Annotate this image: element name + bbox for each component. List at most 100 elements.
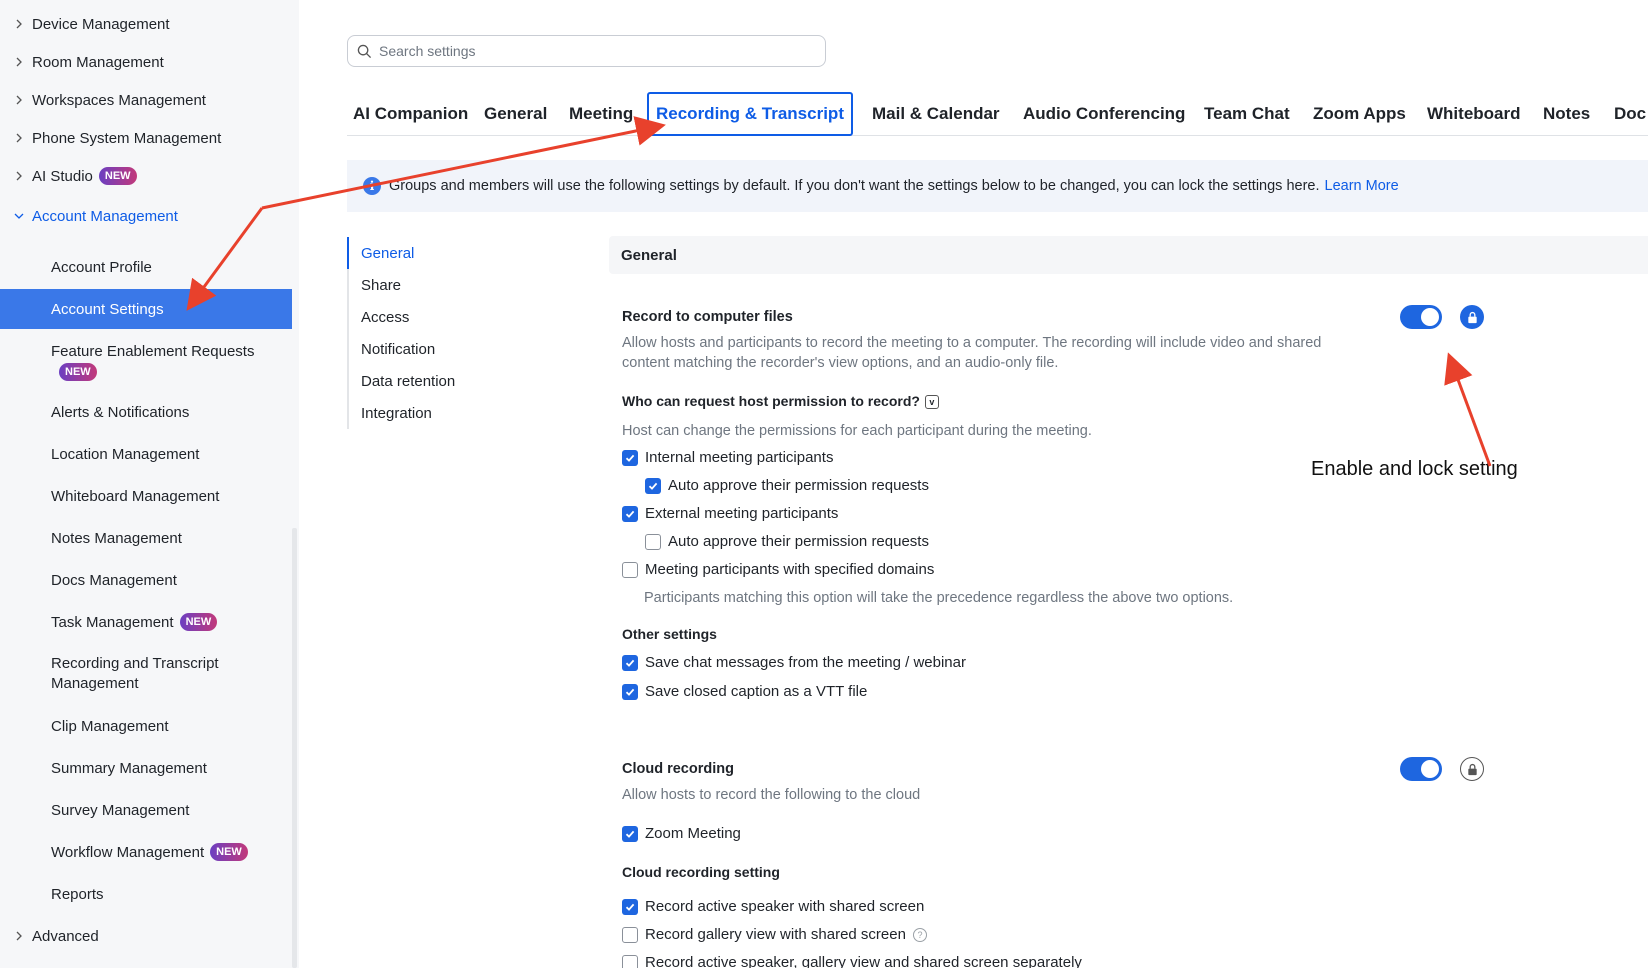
checkbox-unchecked-icon [622,926,638,943]
checkbox-external-auto-approve[interactable]: Auto approve their permission requests [645,533,929,550]
tab-whiteboard[interactable]: Whiteboard [1427,92,1521,136]
new-badge: NEW [59,362,97,381]
sidebar-item-phone-system-management[interactable]: Phone System Management [0,120,292,156]
sidebar-item-account-management[interactable]: Account Management [0,198,292,234]
search-box[interactable] [347,35,826,67]
sidebar-item-label: Account Management [32,207,178,225]
sidebar-item-account-profile[interactable]: Account Profile [0,249,292,285]
variable-icon: v [924,395,939,410]
cloud-recording-toggle[interactable] [1400,757,1442,781]
sidebar-item-clip-management[interactable]: Clip Management [0,708,292,744]
checkbox-checked-icon [622,449,638,466]
sidebar-item-label: Docs Management [51,571,177,589]
main-content: AI Companion General Meeting Recording &… [299,0,1648,968]
checkbox-unchecked-icon [622,561,638,578]
sidebar-item-label: Advanced [32,927,99,945]
tab-recording-transcript[interactable]: Recording & Transcript [647,92,853,136]
learn-more-link[interactable]: Learn More [1325,178,1399,194]
sidebar-item-task-management[interactable]: Task Management NEW [0,604,292,640]
setting-desc: Allow hosts and participants to record t… [622,335,1322,351]
tab-ai-companion[interactable]: AI Companion [353,92,468,136]
sidebar-item-docs-management[interactable]: Docs Management [0,562,292,598]
checkbox-checked-icon [622,898,638,915]
checkbox-label: External meeting participants [645,505,839,522]
sidebar-scrollbar[interactable] [292,528,297,968]
sidebar-item-feature-enablement-requests[interactable]: Feature Enablement Requests NEW [0,338,292,384]
toggle-knob [1421,760,1439,778]
checkbox-specified-domains[interactable]: Meeting participants with specified doma… [622,561,934,578]
who-can-request-label: Who can request host permission to recor… [622,393,920,409]
checkbox-label: Auto approve their permission requests [668,477,929,494]
sidebar-item-label: Feature Enablement Requests [51,342,255,360]
setting-title: Record to computer files [622,309,793,325]
chevron-right-icon [14,133,32,143]
tab-docs[interactable]: Doc [1614,92,1646,136]
checkbox-gallery-shared[interactable]: Record gallery view with shared screen ? [622,926,927,943]
subnav-share[interactable]: Share [347,269,507,301]
sidebar-item-label: Alerts & Notifications [51,403,190,421]
lock-icon[interactable] [1460,305,1484,329]
subnav-integration[interactable]: Integration [347,397,507,429]
unlock-icon[interactable] [1460,757,1484,781]
who-can-request-title: Who can request host permission to recor… [622,393,939,410]
sidebar-item-survey-management[interactable]: Survey Management [0,792,292,828]
tab-team-chat[interactable]: Team Chat [1204,92,1290,136]
checkbox-label: Auto approve their permission requests [668,533,929,550]
tab-audio-conferencing[interactable]: Audio Conferencing [1023,92,1185,136]
sidebar-item-ai-studio[interactable]: AI Studio NEW [0,158,292,194]
checkbox-save-chat[interactable]: Save chat messages from the meeting / we… [622,654,966,671]
sidebar-item-whiteboard-management[interactable]: Whiteboard Management [0,478,292,514]
checkbox-save-vtt[interactable]: Save closed caption as a VTT file [622,683,867,700]
tab-notes[interactable]: Notes [1543,92,1590,136]
sidebar-item-location-management[interactable]: Location Management [0,436,292,472]
sidebar-item-reports[interactable]: Reports [0,876,292,912]
sidebar-item-label: Account Settings [51,300,164,318]
checkbox-internal-participants[interactable]: Internal meeting participants [622,449,833,466]
sidebar-item-alerts-notifications[interactable]: Alerts & Notifications [0,394,292,430]
tab-general[interactable]: General [484,92,547,136]
info-text: Groups and members will use the followin… [389,178,1320,194]
sidebar-item-summary-management[interactable]: Summary Management [0,750,292,786]
checkbox-separately[interactable]: Record active speaker, gallery view and … [622,954,1082,968]
checkbox-unchecked-icon [645,533,661,550]
section-header: General [609,236,1648,274]
tab-zoom-apps[interactable]: Zoom Apps [1313,92,1406,136]
cloud-recording-setting-title: Cloud recording setting [622,864,780,880]
help-icon[interactable]: ? [912,927,927,942]
domains-note: Participants matching this option will t… [644,590,1234,606]
setting-desc: content matching the recorder's view opt… [622,355,1059,371]
checkbox-label: Save closed caption as a VTT file [645,683,868,700]
sidebar-item-workspaces-management[interactable]: Workspaces Management [0,82,292,118]
sidebar-item-recording-transcript-management[interactable]: Recording and Transcript Management [0,651,292,697]
record-local-toggle[interactable] [1400,305,1442,329]
sidebar-item-label: Workflow Management [51,843,205,861]
checkbox-checked-icon [622,825,638,842]
checkbox-checked-icon [622,505,638,522]
sidebar-item-notes-management[interactable]: Notes Management [0,520,292,556]
sidebar-item-workflow-management[interactable]: Workflow Management NEW [0,834,292,870]
sidebar-item-account-settings[interactable]: Account Settings [0,289,292,329]
sidebar-item-room-management[interactable]: Room Management [0,44,292,80]
checkbox-active-speaker-shared[interactable]: Record active speaker with shared screen [622,898,924,915]
subnav-access[interactable]: Access [347,301,507,333]
checkbox-external-participants[interactable]: External meeting participants [622,505,838,522]
sidebar-item-label: Room Management [32,53,164,71]
checkbox-internal-auto-approve[interactable]: Auto approve their permission requests [645,477,929,494]
search-input[interactable] [379,43,799,59]
settings-tabs: AI Companion General Meeting Recording &… [347,92,1648,136]
sidebar-item-label: Clip Management [51,717,169,735]
sidebar-item-label: AI Studio [32,167,93,185]
subnav-general[interactable]: General [347,237,507,269]
subnav-data-retention[interactable]: Data retention [347,365,507,397]
checkbox-label: Internal meeting participants [645,449,834,466]
tab-mail-calendar[interactable]: Mail & Calendar [872,92,1000,136]
checkbox-label: Record active speaker, gallery view and … [645,954,1082,968]
annotation-text: Enable and lock setting [1311,458,1518,480]
tab-meeting[interactable]: Meeting [569,92,633,136]
sidebar-item-advanced[interactable]: Advanced [0,918,292,954]
other-settings-title: Other settings [622,626,717,642]
sidebar-item-device-management[interactable]: Device Management [0,6,292,42]
checkbox-zoom-meeting[interactable]: Zoom Meeting [622,825,741,842]
subnav-notification[interactable]: Notification [347,333,507,365]
sidebar-item-label: Summary Management [51,759,207,777]
